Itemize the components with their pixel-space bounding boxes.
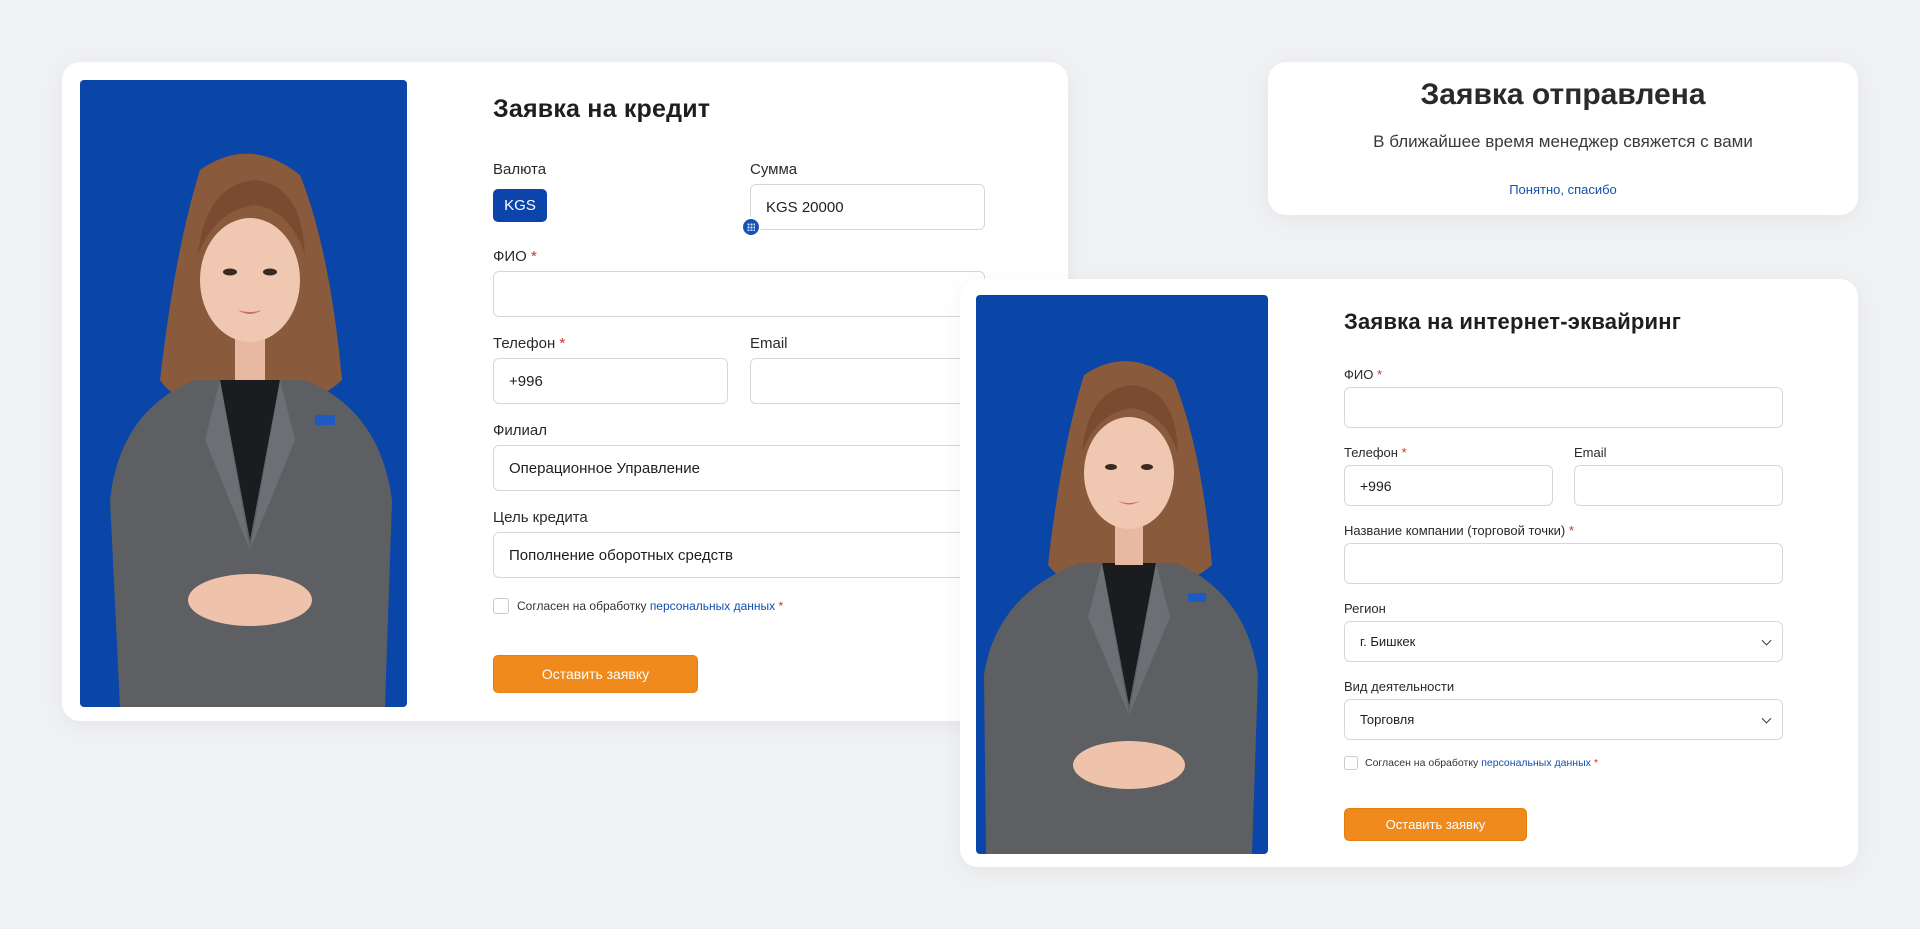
phone-value: +996 (1360, 477, 1392, 494)
company-label-text: Название компании (торговой точки) (1344, 523, 1566, 538)
required-mark: * (1593, 757, 1598, 769)
email-label: Email (750, 335, 788, 352)
region-label: Регион (1344, 601, 1386, 616)
phone-value: +996 (509, 372, 543, 390)
purpose-label: Цель кредита (493, 509, 588, 526)
amount-label: Сумма (750, 161, 798, 178)
fio-input[interactable] (1344, 387, 1783, 428)
phone-label: Телефон * (1344, 445, 1407, 460)
required-mark: * (1376, 367, 1383, 382)
fio-label-text: ФИО (493, 248, 527, 265)
phone-label-text: Телефон (493, 335, 556, 352)
consent-label: Согласен на обработку (517, 599, 647, 613)
fio-label: ФИО * (493, 248, 537, 265)
currency-label: Валюта (493, 161, 547, 178)
amount-value: KGS 20000 (766, 198, 844, 216)
confirm-link[interactable]: Понятно, спасибо (1268, 182, 1858, 197)
manager-illustration (984, 361, 1258, 854)
region-select[interactable]: г. Бишкек (1344, 621, 1783, 662)
acquiring-form-title: Заявка на интернет-эквайринг (1344, 309, 1682, 334)
currency-selector[interactable]: KGS (493, 189, 547, 222)
email-label: Email (1574, 445, 1607, 460)
branch-label: Филиал (493, 422, 548, 439)
required-mark: * (778, 599, 784, 613)
personal-data-link[interactable]: персональных данных (1481, 757, 1591, 769)
chevron-down-icon (1761, 635, 1772, 646)
resize-handle[interactable] (741, 217, 761, 237)
manager-illustration (110, 153, 392, 707)
branch-select[interactable]: Операционное Управление (493, 445, 985, 491)
consent-text: Согласен на обработку персональных данны… (517, 599, 783, 613)
email-input[interactable] (1574, 465, 1783, 506)
chevron-down-icon (1761, 713, 1772, 724)
credit-form-title: Заявка на кредит (493, 95, 711, 123)
credit-application-card: Заявка на кредит Валюта KGS Сумма KGS 20… (62, 62, 1068, 721)
acquiring-application-card: Заявка на интернет-эквайринг ФИО * Телеф… (960, 279, 1858, 867)
company-label: Название компании (торговой точки) * (1344, 523, 1574, 538)
email-input[interactable] (750, 358, 985, 404)
required-mark: * (1568, 523, 1574, 538)
phone-input[interactable]: +996 (1344, 465, 1553, 506)
phone-input[interactable]: +996 (493, 358, 728, 404)
activity-value: Торговля (1360, 712, 1415, 727)
purpose-select[interactable]: Пополнение оборотных средств (493, 532, 985, 578)
consent-checkbox[interactable] (493, 598, 509, 614)
purpose-value: Пополнение оборотных средств (509, 546, 733, 564)
submit-button[interactable]: Оставить заявку (493, 655, 698, 693)
required-mark: * (531, 248, 537, 265)
manager-photo (976, 295, 1268, 854)
success-card: Заявка отправлена В ближайшее время мене… (1268, 62, 1858, 215)
region-value: г. Бишкек (1360, 634, 1416, 649)
activity-select[interactable]: Торговля (1344, 699, 1783, 740)
submit-button[interactable]: Оставить заявку (1344, 808, 1527, 841)
fio-label: ФИО * (1344, 367, 1382, 382)
fio-input[interactable] (493, 271, 985, 317)
consent-text: Согласен на обработку персональных данны… (1365, 757, 1598, 769)
success-message: В ближайшее время менеджер свяжется с ва… (1373, 132, 1753, 151)
phone-label-text: Телефон (1344, 445, 1398, 460)
branch-value: Операционное Управление (509, 459, 700, 477)
required-mark: * (559, 335, 566, 352)
activity-label: Вид деятельности (1344, 679, 1455, 694)
manager-photo (80, 80, 407, 707)
success-title: Заявка отправлена (1420, 78, 1706, 111)
amount-input[interactable]: KGS 20000 (750, 184, 985, 230)
consent-checkbox[interactable] (1344, 756, 1358, 770)
required-mark: * (1401, 445, 1407, 460)
fio-label-text: ФИО (1344, 367, 1374, 382)
personal-data-link[interactable]: персональных данных (650, 599, 775, 613)
company-input[interactable] (1344, 543, 1783, 584)
consent-label: Согласен на обработку (1365, 757, 1479, 769)
phone-label: Телефон * (493, 335, 565, 352)
